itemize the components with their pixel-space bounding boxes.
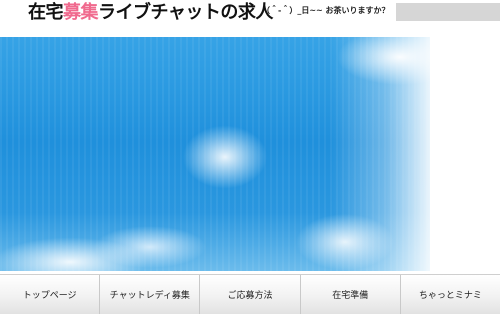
site-header: 在宅募集ライブチャットの求人 （＾-＾）_日~~ お茶いりますか？ xyxy=(0,0,500,28)
title-accent: 募集 xyxy=(63,2,99,23)
title-part-2: ライブチャットの求人 xyxy=(98,2,273,23)
nav-item-recruit[interactable]: チャットレディ募集 xyxy=(100,275,201,314)
title-part-1: 在宅 xyxy=(28,2,64,23)
hero-banner xyxy=(0,37,500,271)
nav-item-home-prep[interactable]: 在宅準備 xyxy=(301,275,401,314)
nav-item-chat-minami[interactable]: ちゃっとミナミ xyxy=(401,275,500,314)
search-input[interactable] xyxy=(396,3,500,21)
tagline: （＾-＾）_日~~ お茶いりますか？ xyxy=(262,6,390,15)
nav-item-top[interactable]: トップページ xyxy=(0,275,101,314)
hero-fade xyxy=(330,37,430,271)
site-title[interactable]: 在宅募集ライブチャットの求人 xyxy=(28,1,273,25)
nav-item-apply[interactable]: ご応募方法 xyxy=(200,275,301,314)
main-nav: トップページ チャットレディ募集 ご応募方法 在宅準備 ちゃっとミナミ xyxy=(0,274,500,314)
